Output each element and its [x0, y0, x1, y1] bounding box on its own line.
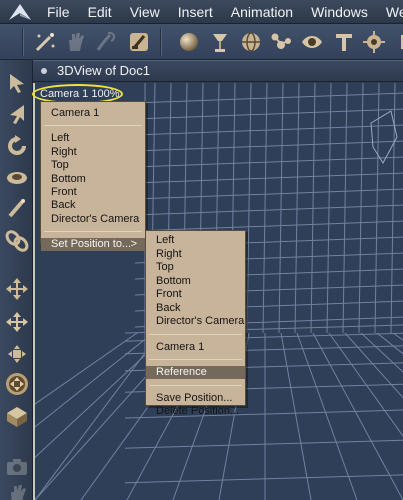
menu-item-label: Back — [156, 301, 181, 314]
menu-separator — [149, 333, 242, 335]
move-xy-icon[interactable] — [4, 276, 30, 302]
menu-item-label: Left — [156, 234, 175, 246]
camera-menu-item-left[interactable]: Left — [41, 132, 145, 145]
menu-item-label: Camera 1 — [156, 340, 205, 353]
camera-menu-item-back[interactable]: Back — [41, 199, 145, 212]
position-menu-item-reference[interactable]: Reference — [146, 366, 245, 379]
camera-plane-icon[interactable] — [4, 403, 30, 429]
document-titlebar: 3DView of Doc1 — [33, 60, 403, 82]
position-menu-item-right[interactable]: Right — [146, 248, 245, 261]
document-title: 3DView of Doc1 — [57, 63, 150, 78]
main-toolbar — [0, 24, 403, 60]
direct-select-icon[interactable] — [4, 101, 30, 127]
menu-item-label: Left — [51, 132, 70, 145]
position-menu-item-front[interactable]: Front — [146, 288, 245, 301]
magic-wand-icon[interactable] — [4, 196, 30, 222]
camera-menu-item-front[interactable]: Front — [41, 186, 145, 199]
move-xz-icon[interactable] — [4, 309, 30, 335]
toolbar-overflow-icon[interactable] — [392, 29, 403, 55]
molecule-icon[interactable] — [268, 29, 294, 55]
text-icon[interactable] — [331, 29, 357, 55]
hand-icon[interactable] — [4, 480, 30, 500]
scale-icon[interactable] — [4, 341, 30, 367]
position-menu-item-save-position[interactable]: Save Position... — [146, 392, 245, 405]
gear-icon[interactable] — [361, 29, 387, 55]
menu-item-label: Right — [156, 247, 182, 260]
window-close-icon[interactable] — [41, 68, 47, 74]
menu-web[interactable]: Web — [386, 0, 403, 24]
position-menu-item-left[interactable]: Left — [146, 234, 245, 247]
lasso-icon[interactable] — [93, 29, 119, 55]
menu-view[interactable]: View — [130, 0, 160, 24]
camera-menu-item-bottom[interactable]: Bottom — [41, 173, 145, 186]
menu-item-label: Top — [156, 261, 174, 273]
position-menu-item-back[interactable]: Back — [146, 302, 245, 315]
position-menu-item-camera-1[interactable]: Camera 1 — [146, 341, 245, 354]
menu-item-label: Reference — [156, 366, 207, 378]
menu-item-label: Back — [51, 199, 76, 212]
menu-item-label: Save Position... — [156, 391, 233, 404]
menu-bar: File Edit View Insert Animation Windows Web — [0, 0, 403, 24]
submenu-arrow-icon: > — [130, 238, 137, 251]
menu-item-label: Director's Camera — [51, 212, 140, 225]
camera-menu-item-set-position-to[interactable]: Set Position to... > — [41, 238, 145, 252]
trackball-icon[interactable] — [4, 371, 30, 397]
position-menu-item-delete-position[interactable]: Delete Position... — [146, 405, 245, 418]
menu-separator — [149, 359, 242, 360]
position-menu-item-top[interactable]: Top — [146, 261, 245, 274]
menu-separator — [149, 384, 242, 386]
link-icon[interactable] — [4, 228, 30, 254]
menu-item-label: Front — [51, 186, 77, 198]
lamp-icon[interactable] — [207, 29, 233, 55]
camera-menu-item-top[interactable]: Top — [41, 159, 145, 172]
menu-item-label: Top — [51, 159, 69, 172]
paint-brush-icon[interactable] — [126, 29, 152, 55]
menu-items: File Edit View Insert Animation Windows Web — [47, 0, 403, 24]
left-toolbox — [0, 60, 33, 500]
grab-hand-icon[interactable] — [63, 29, 89, 55]
camera-menu-item-director-s-camera[interactable]: Director's Camera — [41, 213, 145, 226]
select-arrow-icon[interactable] — [4, 70, 30, 96]
menu-file[interactable]: File — [47, 0, 70, 24]
menu-edit[interactable]: Edit — [88, 0, 112, 24]
menu-item-label: Delete Position... — [156, 405, 240, 417]
menu-separator — [44, 125, 142, 127]
sphere-icon[interactable] — [176, 29, 202, 55]
rotate-icon[interactable] — [4, 133, 30, 159]
menu-item-label: Bottom — [51, 172, 86, 185]
camera-dropdown-menu: Camera 1 Left Right Top Bottom Front Back Direc… — [40, 101, 146, 252]
menu-windows[interactable]: Windows — [311, 0, 368, 24]
toolbar-separator — [22, 28, 24, 56]
camera-icon[interactable] — [4, 454, 30, 480]
menu-item-label: Camera 1 — [51, 107, 100, 119]
camera-menu-item-camera-1[interactable]: Camera 1 — [41, 107, 145, 120]
app-logo-icon[interactable] — [6, 2, 34, 22]
menu-animation[interactable]: Animation — [231, 0, 293, 24]
toolbar-separator — [160, 28, 162, 56]
menu-item-label: Director's Camera — [156, 315, 245, 327]
menu-separator — [44, 231, 142, 233]
menu-insert[interactable]: Insert — [178, 0, 213, 24]
wand-icon[interactable] — [32, 29, 58, 55]
menu-item-label: Bottom — [156, 274, 191, 287]
eye-icon[interactable] — [299, 29, 325, 55]
set-position-submenu: Left Right Top Bottom Front Back Director's Ca… — [145, 230, 246, 417]
menu-item-label: Set Position to... — [51, 238, 132, 251]
menu-item-label: Right — [51, 145, 77, 158]
globe-icon[interactable] — [238, 29, 264, 55]
camera-menu-item-right[interactable]: Right — [41, 146, 145, 159]
position-menu-item-bottom[interactable]: Bottom — [146, 275, 245, 288]
position-menu-item-director-s-camera[interactable]: Director's Camera — [146, 315, 245, 328]
menu-item-label: Front — [156, 288, 182, 300]
orbit-icon[interactable] — [4, 164, 30, 190]
